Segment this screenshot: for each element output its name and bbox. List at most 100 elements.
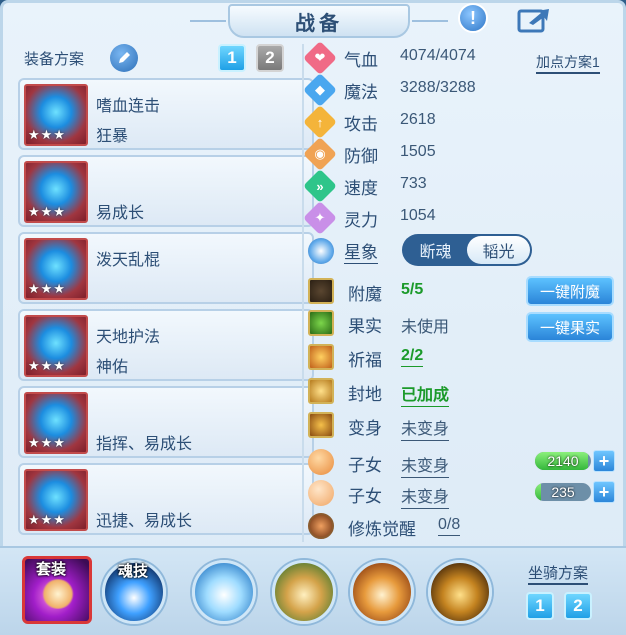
pencil-icon <box>119 52 130 63</box>
equip-list: ★★★ 嗜血连击 狂暴 ★★★ 易成长 ★★★ 泼天乱棍 ★★★ 天地护法 神佑… <box>18 78 314 540</box>
star-sign-label[interactable]: 星象 <box>344 238 378 264</box>
fief-value[interactable]: 已加成 <box>401 381 450 407</box>
blessing-value[interactable]: 2/2 <box>401 347 424 367</box>
cultivation-value[interactable]: 0/8 <box>438 516 461 536</box>
star-rating: ★★★ <box>28 435 66 450</box>
stat-row-attack: ↑ 攻击 2618 <box>303 105 606 139</box>
stat-name: 速度 <box>344 179 378 198</box>
stat-value: 733 <box>400 175 427 192</box>
star-option-duanhun[interactable]: 断魂 <box>404 236 467 264</box>
blessing-icon <box>308 344 334 370</box>
stat-name: 防御 <box>344 147 378 166</box>
stat-value: 1054 <box>400 207 436 224</box>
child-exp-bar: 235 <box>534 482 592 502</box>
equip-effect: 迅捷、易成长 <box>96 513 193 530</box>
boots-icon: ★★★ <box>24 469 88 531</box>
hand-icon <box>41 579 75 609</box>
equip-plan-label: 装备方案 <box>24 51 85 68</box>
child-exp-text: 235 <box>551 484 575 500</box>
stat-value: 2618 <box>400 111 436 128</box>
warrior-skill-icon[interactable] <box>428 560 492 624</box>
fruit-label: 果实 <box>348 317 382 336</box>
blessing-label: 祈福 <box>348 351 382 370</box>
equip-effect: 神佑 <box>96 359 129 376</box>
child-icon <box>308 480 334 506</box>
equip-effect: 狂暴 <box>96 128 129 145</box>
stat-value: 1505 <box>400 143 436 160</box>
mana-icon: ◆ <box>303 73 337 107</box>
help-button[interactable]: ! <box>458 3 488 33</box>
exclamation-icon: ! <box>470 7 476 28</box>
belt-icon: ★★★ <box>24 392 88 454</box>
shield-skill-icon[interactable] <box>350 560 414 624</box>
equip-tab-2[interactable]: 2 <box>256 44 284 72</box>
equip-item[interactable]: ★★★ 指挥、易成长 <box>18 386 314 458</box>
mount-tab-2[interactable]: 2 <box>564 592 592 620</box>
child-value[interactable]: 未变身 <box>401 483 450 509</box>
stat-row-hp: ❤ 气血 4074/4074 <box>303 41 606 75</box>
enchant-label: 附魔 <box>348 285 382 304</box>
shield-icon: ◉ <box>303 137 337 171</box>
edit-button[interactable] <box>110 44 138 72</box>
stat-name: 气血 <box>344 51 378 70</box>
stat-row-defense: ◉ 防御 1505 <box>303 137 606 171</box>
stat-name: 魔法 <box>344 83 378 102</box>
star-rating: ★★★ <box>28 204 66 219</box>
share-icon <box>517 9 549 33</box>
star-option-taoguang[interactable]: 韬光 <box>467 236 530 264</box>
fist-skill-icon[interactable] <box>192 560 256 624</box>
suit-label: 套装 <box>36 561 67 578</box>
child-label: 子女 <box>348 487 382 506</box>
spirit-icon: ✦ <box>303 201 337 235</box>
stat-row-spirit: ✦ 灵力 1054 <box>303 201 606 235</box>
enchant-value: 5/5 <box>401 281 424 298</box>
equip-tab-1[interactable]: 1 <box>218 44 246 72</box>
one-click-enchant-button[interactable]: 一键附魔 <box>526 276 614 306</box>
transform-icon <box>308 412 334 438</box>
arrow-skill-icon[interactable] <box>272 560 336 624</box>
sword-icon: ↑ <box>303 105 337 139</box>
star-rating: ★★★ <box>28 358 66 373</box>
child-add-button[interactable]: + <box>593 481 615 503</box>
fruit-icon <box>308 310 334 336</box>
equip-effect: 指挥、易成长 <box>96 436 193 453</box>
stat-value: 4074/4074 <box>400 47 476 64</box>
one-click-fruit-button[interactable]: 一键果实 <box>526 312 614 342</box>
column-divider <box>302 44 304 542</box>
child-add-button[interactable]: + <box>593 450 615 472</box>
necklace-icon: ★★★ <box>24 238 88 300</box>
mount-tab-1[interactable]: 1 <box>526 592 554 620</box>
equip-item[interactable]: ★★★ 易成长 <box>18 155 314 227</box>
transform-label: 变身 <box>348 419 382 438</box>
weapon-icon: ★★★ <box>24 84 88 146</box>
armor-icon: ★★★ <box>24 315 88 377</box>
equip-item[interactable]: ★★★ 天地护法 神佑 <box>18 309 314 381</box>
cultivation-icon <box>308 513 334 539</box>
equip-effect: 易成长 <box>96 205 145 222</box>
equip-item[interactable]: ★★★ 泼天乱棍 <box>18 232 314 304</box>
equip-item[interactable]: ★★★ 迅捷、易成长 <box>18 463 314 535</box>
lightning-icon: » <box>303 169 337 203</box>
equip-name: 天地护法 <box>96 329 161 346</box>
stat-name: 攻击 <box>344 115 378 134</box>
transform-value[interactable]: 未变身 <box>401 415 450 441</box>
child-value[interactable]: 未变身 <box>401 452 450 478</box>
star-rating: ★★★ <box>28 512 66 527</box>
equip-item[interactable]: ★★★ 嗜血连击 狂暴 <box>18 78 314 150</box>
stat-name: 灵力 <box>344 211 378 230</box>
star-sign-icon <box>308 238 334 264</box>
share-button[interactable] <box>516 5 552 33</box>
stat-row-mp: ◆ 魔法 3288/3288 <box>303 73 606 107</box>
star-rating: ★★★ <box>28 281 66 296</box>
stat-value: 3288/3288 <box>400 79 476 96</box>
mount-plan-label: 坐骑方案 <box>528 562 589 585</box>
fruit-value: 未使用 <box>401 319 450 336</box>
star-rating: ★★★ <box>28 127 66 142</box>
cultivation-label: 修炼觉醒 <box>348 520 416 539</box>
fief-label: 封地 <box>348 385 382 404</box>
soul-skill-label: 魂技 <box>118 563 149 580</box>
helmet-icon: ★★★ <box>24 161 88 223</box>
child-exp-text: 2140 <box>547 453 579 469</box>
equip-name: 泼天乱棍 <box>96 252 161 269</box>
star-sign-toggle[interactable]: 断魂 韬光 <box>402 234 532 266</box>
